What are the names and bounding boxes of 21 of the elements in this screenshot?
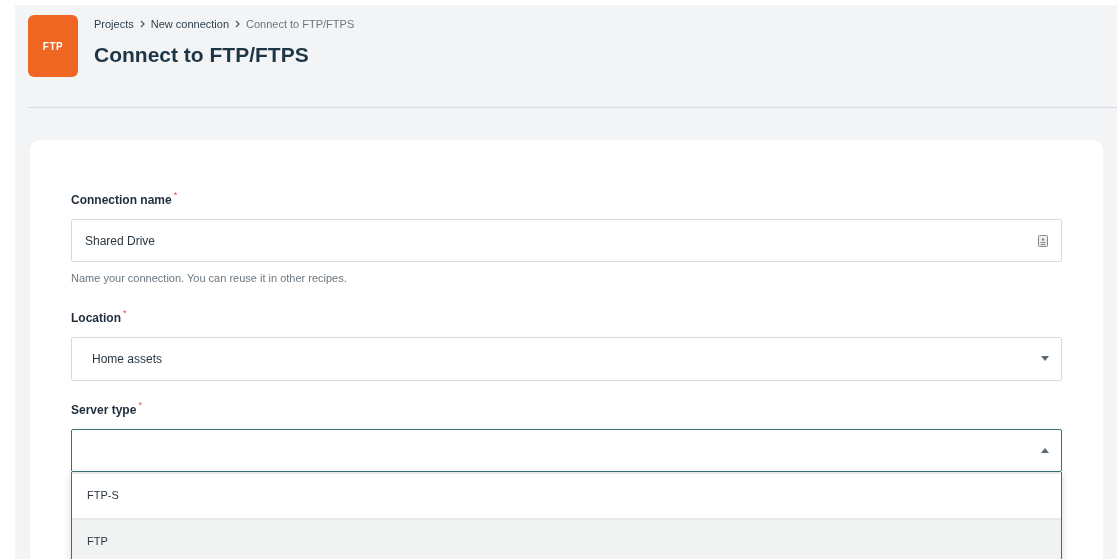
select-field[interactable] [71,428,1062,472]
caret-icon [1041,356,1049,361]
field-label: Server type [71,401,137,419]
field-label: Connection name [71,192,172,209]
required-mark: * [173,191,178,200]
required-mark: * [123,308,127,318]
dropdown-option[interactable]: FTP-S [72,471,1061,518]
dropdown-option[interactable]: FTP [72,517,1061,559]
chevron-right-icon [139,20,145,29]
page-title: Connect to FTP/FTPS [94,41,310,68]
contact-card-icon [1038,234,1048,247]
required-mark: * [138,400,142,410]
help-text: Name your connection. You can reuse it in other recipes. [71,271,348,286]
breadcrumb-link[interactable]: Projects [94,16,134,33]
select-field[interactable]: Home assets [71,336,1062,381]
breadcrumb-link[interactable]: New connection [150,16,230,33]
chevron-right-icon [235,20,241,29]
ftp-logo: FTP [28,15,78,77]
caret-icon [1041,447,1049,453]
text-field[interactable]: Shared Drive [71,219,1062,262]
field-label: Location [71,309,121,327]
